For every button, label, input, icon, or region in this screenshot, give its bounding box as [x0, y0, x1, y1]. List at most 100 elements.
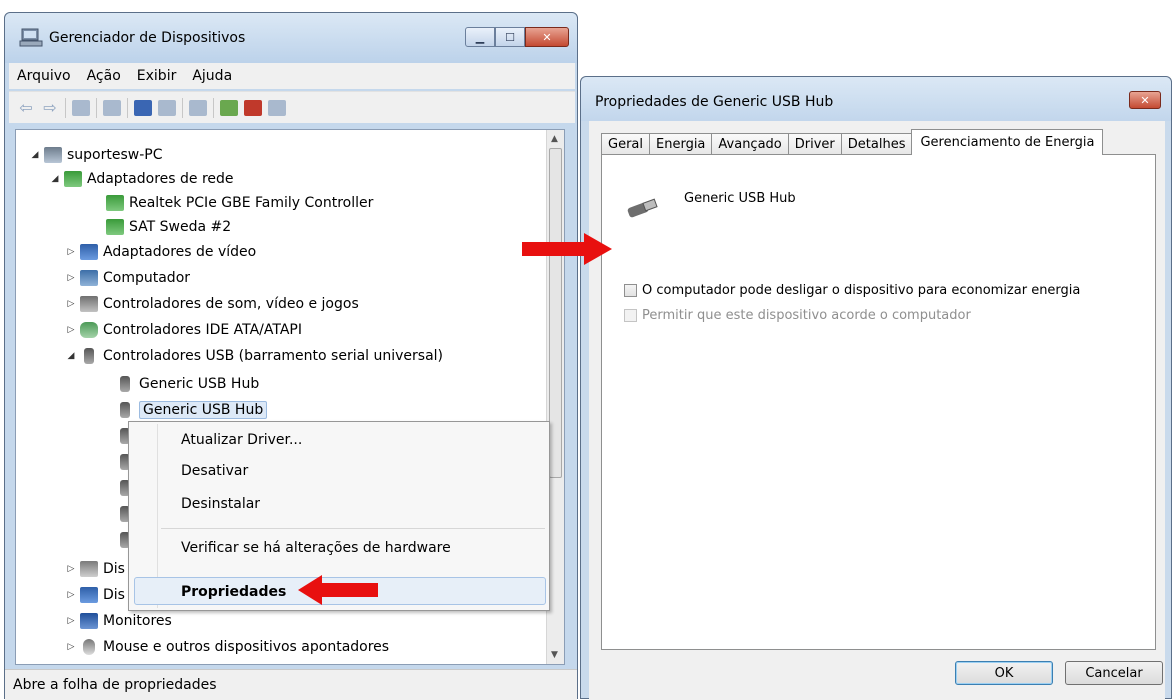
tree-label: SAT Sweda #2	[129, 219, 232, 235]
checkbox-label: O computador pode desligar o dispositivo…	[642, 283, 1081, 298]
allow-wake-checkbox-row: Permitir que este dispositivo acorde o c…	[624, 308, 971, 323]
tree-item-generic-usb-hub-1[interactable]: Generic USB Hub	[116, 373, 259, 395]
back-icon[interactable]: ⇦	[17, 99, 35, 116]
tree-item-generic-usb-hub-2[interactable]: Generic USB Hub	[116, 399, 268, 421]
allow-wake-checkbox	[624, 309, 637, 322]
tab-geral[interactable]: Geral	[601, 133, 650, 155]
allow-turn-off-checkbox-row[interactable]: O computador pode desligar o dispositivo…	[624, 283, 1080, 298]
status-bar: Abre a folha de propriedades	[5, 669, 577, 700]
window-title: Gerenciador de Dispositivos	[49, 30, 246, 46]
scrollbar-thumb[interactable]	[549, 148, 562, 478]
view-icon[interactable]	[158, 99, 176, 116]
scroll-up-icon[interactable]: ▲	[551, 134, 558, 144]
allow-turn-off-checkbox[interactable]	[624, 284, 637, 297]
menu-exibir[interactable]: Exibir	[137, 68, 177, 84]
tree-label: Adaptadores de rede	[87, 171, 234, 187]
menu-bar: Arquivo Ação Exibir Ajuda	[9, 63, 575, 89]
toolbar-separator	[182, 97, 183, 118]
speaker-icon	[80, 296, 98, 312]
tab-avancado[interactable]: Avançado	[711, 133, 789, 155]
menu-item-disable[interactable]: Desativar	[181, 463, 248, 479]
expand-icon[interactable]: ▷	[66, 247, 76, 257]
tree-item-ide[interactable]: ▷ Controladores IDE ATA/ATAPI	[66, 319, 302, 341]
red-arrow-icon	[298, 575, 378, 605]
tree-label: Realtek PCIe GBE Family Controller	[129, 195, 374, 211]
tab-detalhes[interactable]: Detalhes	[840, 133, 913, 155]
tree-item-display[interactable]: ▷ Dis	[66, 584, 125, 606]
expand-icon[interactable]: ▷	[66, 590, 76, 600]
scroll-down-icon[interactable]: ▼	[551, 650, 558, 660]
disable-icon[interactable]	[268, 99, 286, 116]
network-adapter-icon	[106, 219, 124, 235]
menu-arquivo[interactable]: Arquivo	[17, 68, 71, 84]
tree-label: Dis	[103, 561, 125, 577]
tab-driver[interactable]: Driver	[787, 133, 842, 155]
tab-panel: Generic USB Hub O computador pode deslig…	[601, 154, 1156, 650]
status-text: Abre a folha de propriedades	[13, 677, 217, 693]
menu-separator	[161, 528, 545, 529]
tree-label: Dis	[103, 587, 125, 603]
toolbar: ⇦ ⇨	[9, 91, 575, 123]
tree-label: Controladores USB (barramento serial uni…	[103, 348, 444, 364]
display-icon	[80, 587, 98, 603]
computer-icon	[80, 270, 98, 286]
usb-icon	[120, 376, 130, 392]
tree-item-disk[interactable]: ▷ Dis	[66, 558, 125, 580]
tab-energia[interactable]: Energia	[649, 133, 713, 155]
expand-icon[interactable]: ▷	[66, 299, 76, 309]
tree-item-sat-sweda[interactable]: SAT Sweda #2	[106, 216, 231, 238]
tree-item-usb-controllers[interactable]: ◢ Controladores USB (barramento serial u…	[66, 345, 443, 367]
tree-item-mouse[interactable]: ▷ Mouse e outros dispositivos apontadore…	[66, 636, 389, 658]
caption-buttons: ▁ ☐ ✕	[465, 27, 569, 47]
properties-dialog: Propriedades de Generic USB Hub ✕ Geral …	[580, 76, 1172, 700]
cancel-button[interactable]: Cancelar	[1065, 661, 1163, 685]
tree-item-net-adapters[interactable]: ◢ Adaptadores de rede	[50, 168, 234, 190]
menu-item-update-driver[interactable]: Atualizar Driver...	[181, 432, 302, 448]
menu-item-scan-hardware[interactable]: Verificar se há alterações de hardware	[181, 540, 451, 556]
close-icon[interactable]: ✕	[1129, 91, 1161, 109]
collapse-icon[interactable]: ◢	[50, 174, 60, 184]
toolbar-separator	[65, 97, 66, 118]
tree-item-sound[interactable]: ▷ Controladores de som, vídeo e jogos	[66, 293, 359, 315]
network-adapter-icon	[64, 171, 82, 187]
update-driver-icon[interactable]	[220, 99, 238, 116]
collapse-icon[interactable]: ◢	[66, 351, 76, 361]
checkbox-label: Permitir que este dispositivo acorde o c…	[642, 308, 971, 323]
expand-icon[interactable]: ▷	[66, 616, 76, 626]
tree-item-monitors[interactable]: ▷ Monitores	[66, 610, 172, 632]
expand-icon[interactable]: ▷	[66, 642, 76, 652]
tree-item-computer[interactable]: ▷ Computador	[66, 267, 190, 289]
tree-root[interactable]: ◢ suportesw-PC	[30, 144, 163, 166]
tree-item-realtek[interactable]: Realtek PCIe GBE Family Controller	[106, 192, 373, 214]
mouse-icon	[83, 639, 95, 655]
properties-icon[interactable]	[103, 99, 121, 116]
maximize-icon[interactable]: ☐	[495, 27, 525, 47]
expand-icon[interactable]: ▷	[66, 325, 76, 335]
menu-acao[interactable]: Ação	[87, 68, 121, 84]
show-hide-console-tree-icon[interactable]	[72, 99, 90, 116]
expand-icon[interactable]: ▷	[66, 564, 76, 574]
help-icon[interactable]	[134, 99, 152, 116]
menu-item-uninstall[interactable]: Desinstalar	[181, 496, 260, 512]
uninstall-icon[interactable]	[244, 99, 262, 116]
scan-hardware-icon[interactable]	[189, 99, 207, 116]
ok-button[interactable]: OK	[955, 661, 1053, 685]
device-manager-icon	[19, 28, 43, 47]
minimize-icon[interactable]: ▁	[465, 27, 495, 47]
tree-label: Computador	[103, 270, 191, 286]
tab-gerenciamento-energia[interactable]: Gerenciamento de Energia	[911, 129, 1104, 155]
collapse-icon[interactable]: ◢	[30, 150, 40, 160]
dialog-title: Propriedades de Generic USB Hub	[595, 94, 834, 110]
forward-icon[interactable]: ⇨	[41, 99, 59, 116]
usb-icon	[84, 348, 94, 364]
close-icon[interactable]: ✕	[525, 27, 569, 47]
network-adapter-icon	[106, 195, 124, 211]
device-name: Generic USB Hub	[684, 191, 796, 206]
tree-item-video[interactable]: ▷ Adaptadores de vídeo	[66, 241, 256, 263]
menu-item-properties[interactable]: Propriedades	[181, 584, 286, 600]
expand-icon[interactable]: ▷	[66, 273, 76, 283]
menu-ajuda[interactable]: Ajuda	[192, 68, 232, 84]
toolbar-separator	[213, 97, 214, 118]
title-bar: Gerenciador de Dispositivos ▁ ☐ ✕	[5, 13, 577, 63]
tree-label: Mouse e outros dispositivos apontadores	[103, 639, 390, 655]
